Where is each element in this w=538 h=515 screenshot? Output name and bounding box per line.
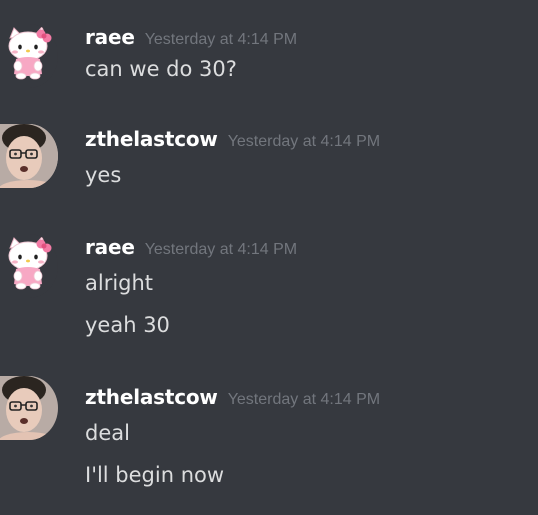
chat-messages: raee Yesterday at 4:14 PM can we do 30? — [0, 0, 538, 515]
timestamp: Yesterday at 4:14 PM — [144, 241, 298, 258]
timestamp: Yesterday at 4:14 PM — [144, 31, 298, 48]
message-text: yeah 30 — [85, 313, 170, 337]
hello-kitty-icon[interactable] — [0, 234, 58, 298]
hello-kitty-icon[interactable] — [0, 24, 58, 88]
username[interactable]: raee — [85, 235, 135, 259]
message-text: alright — [85, 271, 154, 295]
message-header: zthelastcow Yesterday at 4:14 PM — [85, 384, 380, 410]
message-header: raee Yesterday at 4:14 PM — [85, 24, 297, 50]
timestamp: Yesterday at 4:14 PM — [227, 391, 381, 408]
username[interactable]: raee — [85, 25, 135, 49]
message-text: deal — [85, 421, 130, 445]
username[interactable]: zthelastcow — [85, 127, 218, 151]
message-header: raee Yesterday at 4:14 PM — [85, 234, 297, 260]
username[interactable]: zthelastcow — [85, 385, 218, 409]
user-photo-icon[interactable] — [0, 124, 58, 188]
message-text: yes — [85, 163, 122, 187]
message-text: I'll begin now — [85, 463, 225, 487]
timestamp: Yesterday at 4:14 PM — [227, 133, 381, 150]
message-text: can we do 30? — [85, 57, 237, 81]
message-header: zthelastcow Yesterday at 4:14 PM — [85, 126, 380, 152]
user-photo-icon[interactable] — [0, 376, 58, 440]
